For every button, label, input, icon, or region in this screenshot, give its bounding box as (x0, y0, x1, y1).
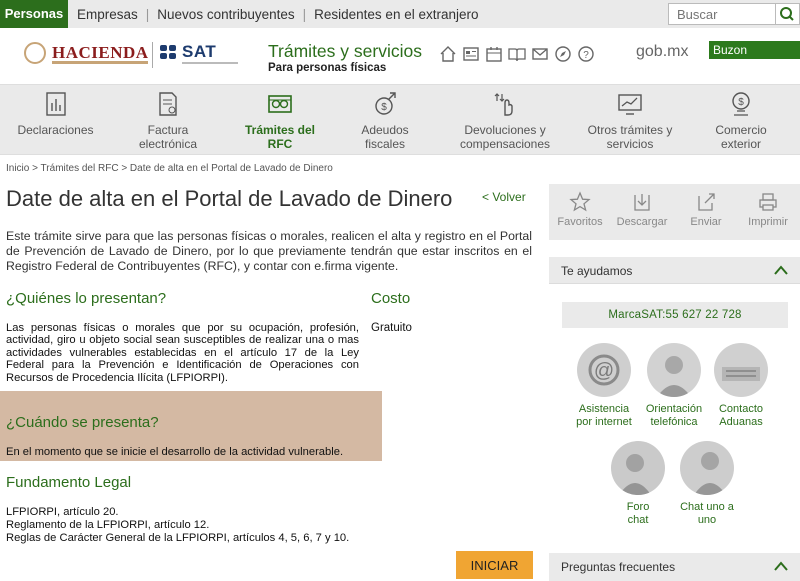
costo-heading: Costo (371, 290, 411, 307)
gobmx-link[interactable]: gob.mx (636, 43, 688, 61)
imprimir-button[interactable]: Imprimir (737, 184, 799, 240)
back-link[interactable]: < Volver (482, 190, 526, 204)
chart-doc-icon (45, 92, 66, 116)
refund-icon (494, 93, 513, 116)
invoice-icon (159, 92, 177, 116)
home-icon[interactable] (436, 44, 459, 64)
costo-value: Gratuito (371, 322, 412, 334)
contact-orientacion-telefonica[interactable]: Orientación telefónica (639, 343, 709, 429)
at-sign-icon: @ (577, 343, 631, 397)
category-comercio-exterior[interactable]: $ Comercio exterior (696, 85, 786, 155)
headset-person-icon (647, 343, 701, 397)
sat-mark-icon (160, 45, 178, 59)
enviar-button[interactable]: Enviar (675, 184, 737, 240)
fundamento-list: LFPIORPI, artículo 20. Reglamento de la … (6, 506, 349, 545)
header-icons: ? (436, 44, 597, 64)
trade-icon: $ (732, 92, 750, 116)
fundamento-item: Reglamento de la LFPIORPI, artículo 12. (6, 519, 210, 531)
calendar-icon[interactable] (482, 44, 505, 64)
chevron-up-icon (774, 561, 788, 571)
fundamento-heading: Fundamento Legal (6, 474, 132, 491)
news-icon[interactable] (459, 44, 482, 64)
sat-logo[interactable]: SAT (160, 42, 240, 68)
category-tramites-rfc[interactable]: Trámites del RFC (232, 85, 328, 155)
download-icon (634, 194, 650, 211)
contact-asistencia-internet[interactable]: @ Asistencia por internet (569, 343, 639, 429)
compass-icon[interactable] (551, 44, 574, 64)
debt-icon: $ (375, 92, 396, 115)
svg-text:$: $ (381, 102, 387, 113)
action-bar: Favoritos Descargar Enviar Imprimir (549, 184, 800, 240)
buzon-tributario-button[interactable]: Buzon Tributario (709, 41, 800, 75)
chat-person-icon (611, 441, 665, 495)
category-factura[interactable]: Factura electrónica (118, 85, 218, 155)
category-devoluciones[interactable]: Devoluciones y compensaciones (450, 85, 560, 155)
preguntas-frecuentes-panel[interactable]: Preguntas frecuentes (549, 553, 800, 581)
svg-text:$: $ (738, 97, 744, 108)
star-icon (569, 191, 591, 212)
eagle-seal-icon (24, 42, 46, 64)
cuando-heading: ¿Cuándo se presenta? (6, 414, 159, 431)
contact-chat-uno-a-uno[interactable]: Chat uno a uno (672, 441, 742, 527)
te-ayudamos-panel[interactable]: Te ayudamos (549, 257, 800, 284)
descargar-button[interactable]: Descargar (611, 184, 673, 240)
contact-aduanas[interactable]: Contacto Aduanas (706, 343, 776, 429)
svg-text:@: @ (594, 360, 614, 382)
top-nav: Empresas | Nuevos contribuyentes | Resid… (77, 0, 479, 28)
page-title: Date de alta en el Portal de Lavado de D… (6, 186, 453, 211)
fundamento-item: LFPIORPI, artículo 20. (6, 506, 119, 518)
divider: | (145, 6, 150, 22)
topnav-link-nuevos[interactable]: Nuevos contribuyentes (157, 7, 294, 22)
topnav-link-empresas[interactable]: Empresas (77, 7, 138, 22)
category-adeudos[interactable]: $ Adeudos fiscales (340, 85, 430, 155)
other-services-icon (618, 94, 642, 115)
search-icon (780, 7, 794, 21)
site-subtitle: Para personas físicas (268, 62, 387, 74)
favoritos-button[interactable]: Favoritos (549, 184, 611, 240)
help-icon[interactable]: ? (574, 44, 597, 64)
hacienda-logo[interactable]: HACIENDA (24, 42, 148, 68)
marcasat-phone[interactable]: MarcaSAT:55 627 22 728 (562, 302, 788, 328)
svg-text:?: ? (583, 50, 589, 61)
iniciar-button[interactable]: INICIAR (456, 551, 533, 579)
fundamento-item: Reglas de Carácter General de la LFPIORP… (6, 532, 350, 544)
print-icon (759, 193, 777, 211)
topnav-link-residentes[interactable]: Residentes en el extranjero (314, 7, 478, 22)
category-nav: Declaraciones Factura electrónica Trámit… (0, 84, 800, 155)
quienes-text: Las personas físicas o morales que por s… (6, 322, 359, 384)
chevron-up-icon (774, 265, 788, 275)
category-otros-tramites[interactable]: Otros trámites y servicios (580, 85, 680, 155)
site-title[interactable]: Trámites y servicios (268, 41, 422, 62)
category-declaraciones[interactable]: Declaraciones (8, 85, 103, 155)
divider (152, 42, 153, 68)
intro-paragraph: Este trámite sirve para que las personas… (6, 229, 532, 273)
book-icon[interactable] (505, 44, 528, 64)
tab-personas[interactable]: Personas (0, 0, 68, 28)
divider: | (302, 6, 307, 22)
rfc-icon (268, 95, 292, 113)
site-header: HACIENDA SAT Trámites y servicios Para p… (0, 28, 800, 84)
keyboard-icon (714, 343, 768, 397)
quienes-heading: ¿Quiénes lo presentan? (6, 290, 167, 307)
breadcrumb[interactable]: Inicio > Trámites del RFC > Date de alta… (6, 163, 333, 174)
search-button[interactable] (776, 3, 800, 25)
top-bar: Personas Empresas | Nuevos contribuyente… (0, 0, 800, 28)
chat-one-to-one-icon (680, 441, 734, 495)
send-icon (698, 193, 715, 211)
contact-foro-chat[interactable]: Foro chat (603, 441, 673, 527)
search-input[interactable] (668, 3, 776, 25)
mail-icon[interactable] (528, 44, 551, 64)
cuando-text: En el momento que se inicie el desarroll… (6, 446, 344, 458)
